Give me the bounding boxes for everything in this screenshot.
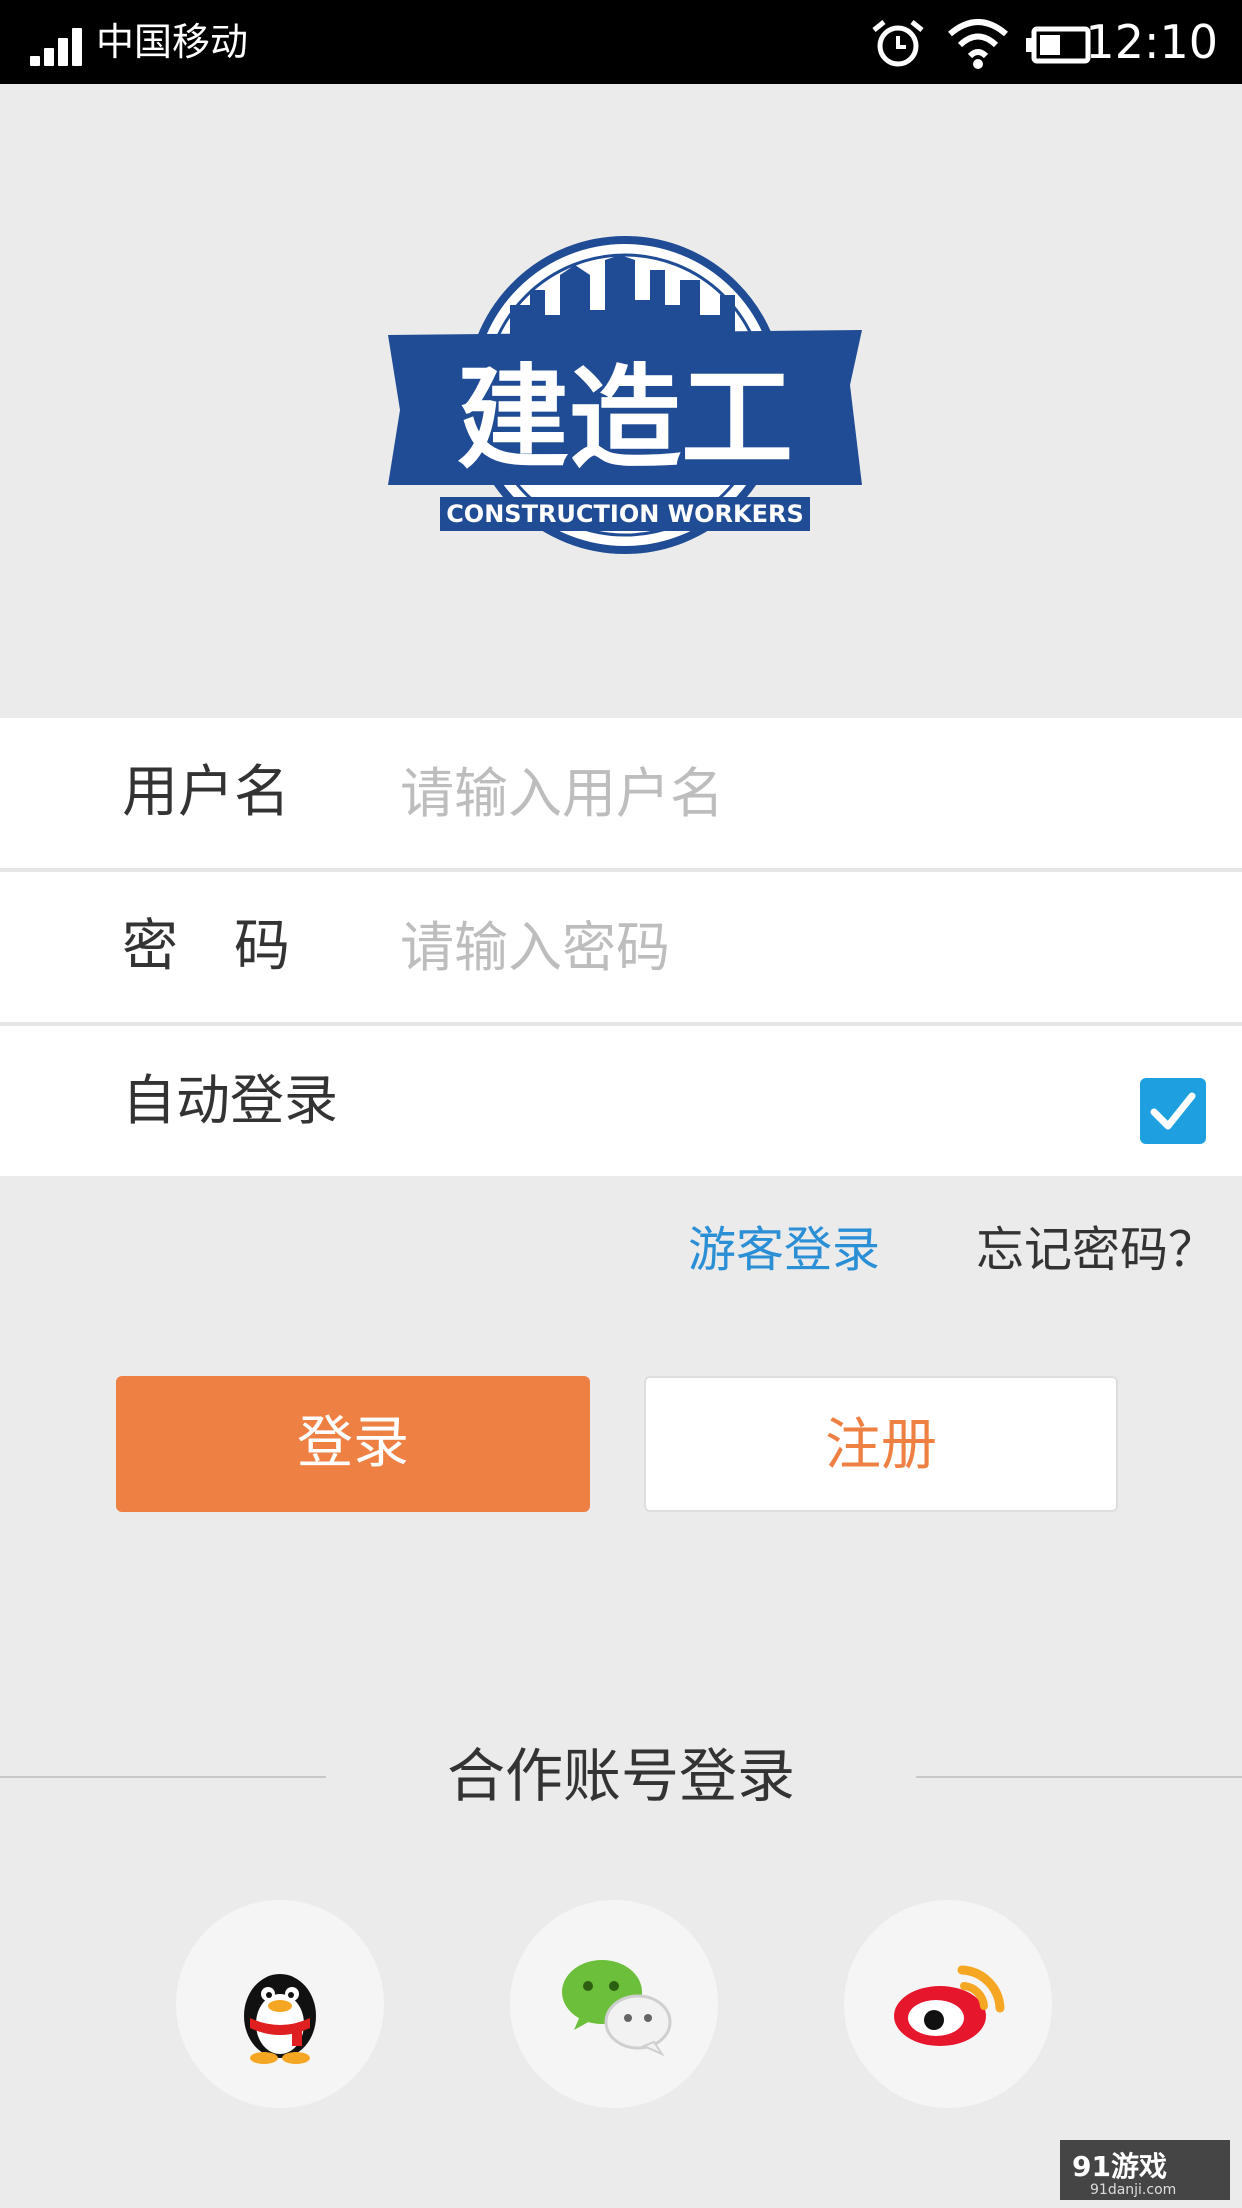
battery-icon [1026, 26, 1091, 64]
divider-right [916, 1776, 1242, 1778]
logo-subtitle: CONSTRUCTION WORKERS [446, 500, 804, 528]
carrier-name: 中国移动 [96, 20, 249, 64]
svg-text:91游戏: 91游戏 [1072, 2150, 1167, 2183]
weibo-login-button[interactable] [844, 1900, 1052, 2108]
auto-login-row[interactable]: 自动登录 [0, 1026, 1242, 1176]
login-button[interactable]: 登录 [116, 1376, 590, 1512]
password-input[interactable] [400, 912, 1180, 982]
wechat-icon [562, 1960, 672, 2057]
watermark-logo: 91游戏 91danji.com [1060, 2140, 1230, 2200]
svg-text:91danji.com: 91danji.com [1090, 2182, 1176, 2198]
register-button[interactable]: 注册 [644, 1376, 1118, 1512]
qq-icon [244, 1974, 316, 2064]
logo-title: 建造工 [457, 354, 793, 484]
signal-icon [30, 26, 86, 66]
forgot-password-link[interactable]: 忘记密码？ [976, 1220, 1216, 1280]
app-logo: 建造工 CONSTRUCTION WORKERS [380, 235, 870, 575]
status-bar: 中国移动 12:10 [0, 0, 1242, 84]
clock: 12:10 [1085, 15, 1218, 69]
auto-login-checkbox[interactable] [1140, 1078, 1206, 1144]
password-row: 密 码 [0, 872, 1242, 1022]
password-label: 密 码 [122, 914, 290, 979]
wifi-icon [948, 19, 1008, 69]
qq-login-button[interactable] [176, 1900, 384, 2108]
weibo-icon [894, 1965, 1005, 2046]
username-label: 用户名 [122, 760, 290, 825]
alarm-icon [872, 20, 924, 67]
wechat-login-button[interactable] [510, 1900, 718, 2108]
username-row: 用户名 [0, 718, 1242, 868]
guest-login-link[interactable]: 游客登录 [688, 1220, 880, 1280]
auto-login-label: 自动登录 [122, 1069, 338, 1132]
username-input[interactable] [400, 758, 1180, 828]
checkmark-icon [1150, 1092, 1196, 1130]
